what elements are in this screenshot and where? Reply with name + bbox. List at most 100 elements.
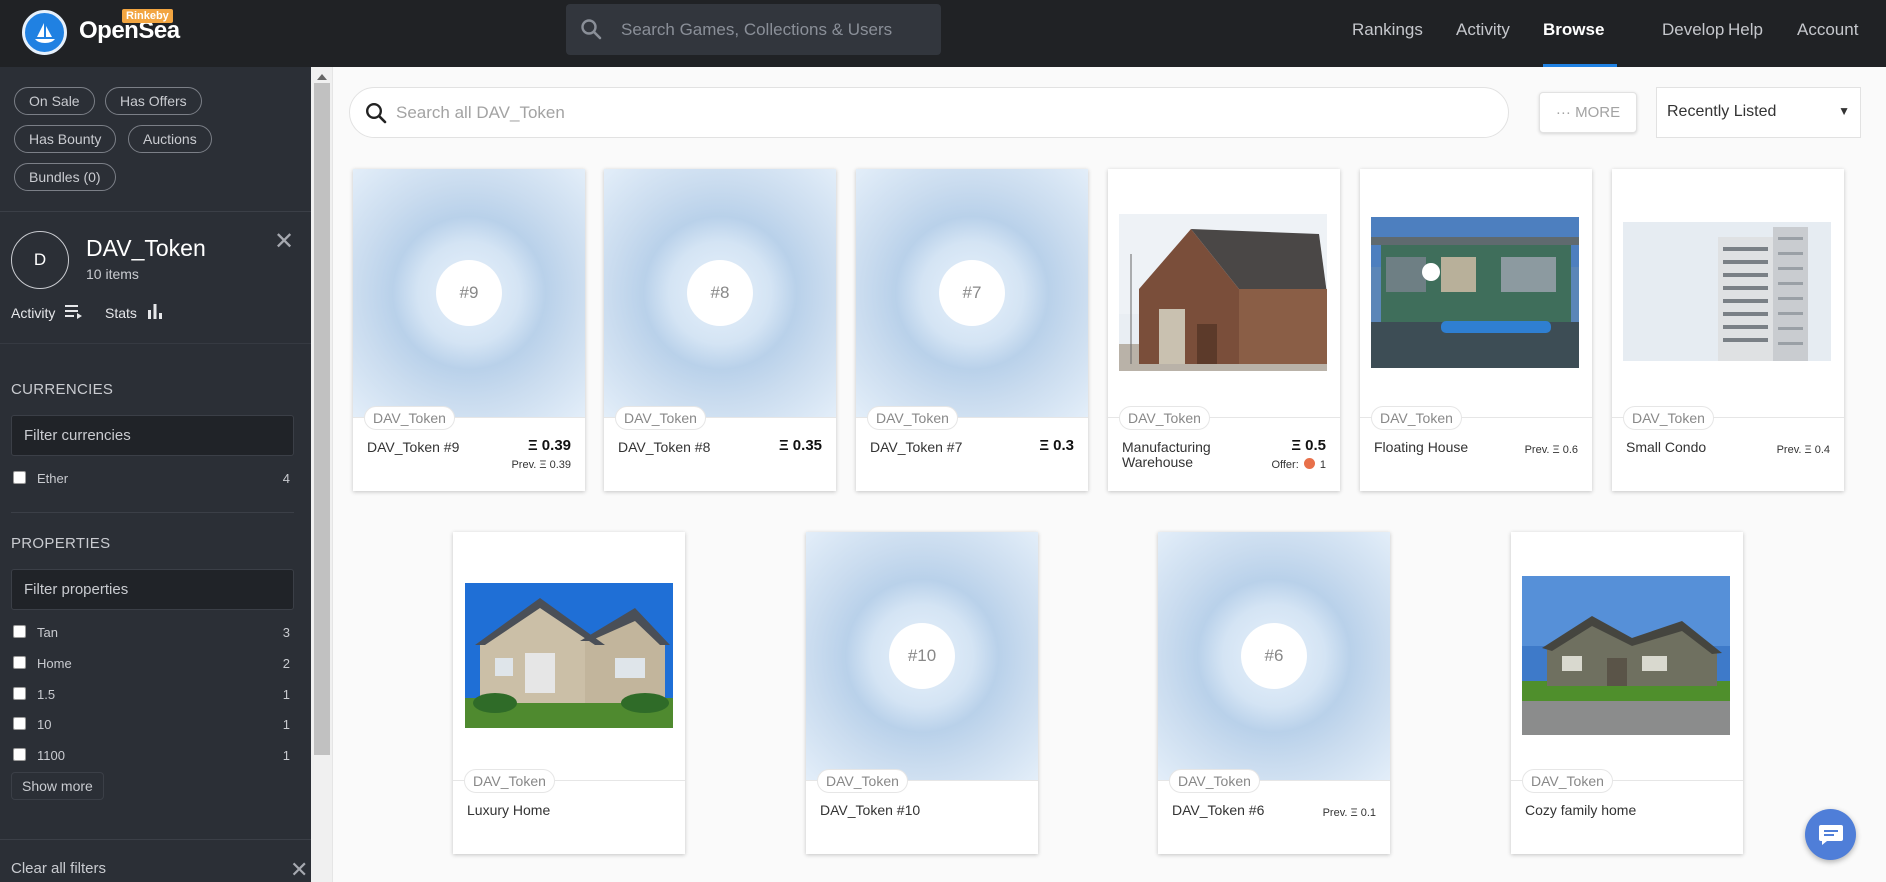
option-count: 1 [282, 748, 290, 763]
checkbox[interactable] [13, 656, 26, 669]
collection-tag[interactable]: DAV_Token [817, 769, 908, 793]
collection-tag[interactable]: DAV_Token [364, 406, 455, 430]
previous-price: Prev. Ξ 0.4 [1776, 444, 1830, 456]
property-option-10[interactable]: 10 1 [13, 715, 290, 733]
chat-support-button[interactable] [1805, 809, 1856, 860]
clear-all-filters-link[interactable]: Clear all filters [11, 860, 106, 877]
collection-tag[interactable]: DAV_Token [1522, 769, 1613, 793]
nav-help[interactable]: Help [1728, 20, 1763, 40]
collection-tag[interactable]: DAV_Token [464, 769, 555, 793]
checkbox[interactable] [13, 748, 26, 761]
global-search-placeholder: Search Games, Collections & Users [621, 20, 893, 39]
nav-develop[interactable]: Develop [1662, 20, 1724, 40]
property-option-1100[interactable]: 1100 1 [13, 746, 290, 764]
collection-tag[interactable]: DAV_Token [615, 406, 706, 430]
asset-card-small-condo[interactable]: DAV_Token Small Condo Prev. Ξ 0.4 [1612, 169, 1844, 491]
dropdown-arrow-icon: ▼ [1838, 104, 1850, 118]
asset-card-dav-token-9[interactable]: #9 DAV_Token DAV_Token #9 Ξ 0.39 Prev. Ξ… [353, 169, 585, 491]
asset-price: Ξ 0.35 [778, 437, 822, 454]
filter-has-bounty-button[interactable]: Has Bounty [14, 125, 117, 153]
asset-name: Manufacturing Warehouse [1122, 439, 1211, 470]
asset-card-luxury-home[interactable]: DAV_Token Luxury Home [453, 532, 685, 854]
asset-name: DAV_Token #7 [870, 439, 963, 455]
asset-name: Luxury Home [467, 802, 551, 818]
scroll-up-arrow-icon[interactable] [317, 74, 327, 80]
active-nav-indicator [1543, 64, 1617, 67]
chat-bubble-icon [1819, 825, 1843, 845]
collection-avatar[interactable]: D [11, 231, 69, 289]
show-more-button[interactable]: Show more [11, 772, 104, 800]
collection-activity-link[interactable]: Activity [11, 305, 82, 321]
option-count: 2 [282, 656, 290, 671]
sort-select[interactable]: Recently Listed ▼ [1656, 87, 1861, 138]
asset-card-manufacturing-warehouse[interactable]: DAV_Token Manufacturing Warehouse Ξ 0.5 … [1108, 169, 1340, 491]
filter-on-sale-button[interactable]: On Sale [14, 87, 95, 115]
search-icon [581, 19, 602, 40]
offer-value: 1 [1319, 459, 1326, 471]
token-number-badge: #7 [939, 260, 1005, 326]
checkbox[interactable] [13, 625, 26, 638]
asset-name: DAV_Token #9 [367, 439, 460, 455]
asset-name: Cozy family home [1525, 802, 1637, 818]
option-count: 3 [282, 625, 290, 640]
collection-stats-link[interactable]: Stats [105, 304, 162, 321]
option-label: Ether [37, 471, 69, 486]
global-search-input[interactable]: Search Games, Collections & Users [566, 4, 941, 55]
asset-price: Ξ 0.3 [1039, 437, 1074, 454]
asset-card-dav-token-10[interactable]: #10 DAV_Token DAV_Token #10 [806, 532, 1038, 854]
checkbox[interactable] [13, 717, 26, 730]
nav-activity[interactable]: Activity [1456, 20, 1510, 40]
sidebar-scrollbar[interactable] [311, 67, 333, 882]
close-icon[interactable]: ✕ [274, 230, 294, 254]
filter-has-offers-button[interactable]: Has Offers [105, 87, 202, 115]
offer-info: Offer: 1 [1271, 458, 1326, 471]
opensea-logo-icon[interactable] [22, 10, 67, 55]
filter-currencies-input[interactable]: Filter currencies [11, 415, 294, 456]
option-label: 1100 [37, 748, 65, 763]
collection-tag[interactable]: DAV_Token [1623, 406, 1714, 430]
property-option-tan[interactable]: Tan 3 [13, 623, 290, 641]
asset-image [1360, 169, 1592, 417]
asset-card-dav-token-7[interactable]: #7 DAV_Token DAV_Token #7 Ξ 0.3 [856, 169, 1088, 491]
asset-card-dav-token-8[interactable]: #8 DAV_Token DAV_Token #8 Ξ 0.35 [604, 169, 836, 491]
nav-rankings[interactable]: Rankings [1352, 20, 1423, 40]
sidebar-divider [11, 512, 294, 513]
bar-chart-icon [148, 304, 162, 319]
previous-price: Prev. Ξ 0.39 [511, 459, 571, 471]
scrollbar-thumb[interactable] [314, 83, 330, 755]
collection-tag[interactable]: DAV_Token [1371, 406, 1462, 430]
asset-card-floating-house[interactable]: DAV_Token Floating House Prev. Ξ 0.6 [1360, 169, 1592, 491]
nav-browse[interactable]: Browse [1543, 20, 1604, 40]
collection-search-input[interactable]: Search all DAV_Token [349, 87, 1509, 138]
asset-name: DAV_Token #10 [820, 802, 921, 818]
properties-section-title: PROPERTIES [11, 535, 111, 552]
sidebar-divider [0, 839, 311, 840]
asset-price: Ξ 0.39 [527, 437, 571, 454]
asset-name: DAV_Token #6 [1172, 802, 1265, 818]
top-navigation-bar: OpenSea Rinkeby Search Games, Collection… [0, 0, 1886, 67]
property-option-1-5[interactable]: 1.5 1 [13, 685, 290, 703]
option-label: Home [37, 656, 72, 671]
asset-card-cozy-family-home[interactable]: DAV_Token Cozy family home [1511, 532, 1743, 854]
nav-account[interactable]: Account [1797, 20, 1858, 40]
asset-price: Ξ 0.5 [1291, 437, 1326, 454]
checkbox[interactable] [13, 687, 26, 700]
collection-tag[interactable]: DAV_Token [867, 406, 958, 430]
asset-image [1108, 169, 1340, 417]
property-option-home[interactable]: Home 2 [13, 654, 290, 672]
collection-name[interactable]: DAV_Token [86, 235, 206, 262]
offer-label: Offer: [1271, 459, 1299, 471]
checkbox[interactable] [13, 471, 26, 484]
more-button[interactable]: ··· MORE [1539, 92, 1637, 133]
filter-bundles-button[interactable]: Bundles (0) [14, 163, 116, 191]
previous-price: Prev. Ξ 0.6 [1524, 444, 1578, 456]
sort-selected-value: Recently Listed [1667, 103, 1777, 120]
collection-tag[interactable]: DAV_Token [1119, 406, 1210, 430]
close-icon[interactable]: ✕ [290, 858, 308, 882]
asset-card-dav-token-6[interactable]: #6 DAV_Token DAV_Token #6 Prev. Ξ 0.1 [1158, 532, 1390, 854]
filter-auctions-button[interactable]: Auctions [128, 125, 212, 153]
collection-tag[interactable]: DAV_Token [1169, 769, 1260, 793]
filter-properties-input[interactable]: Filter properties [11, 569, 294, 610]
currency-option-ether[interactable]: Ether 4 [13, 469, 290, 487]
previous-price: Prev. Ξ 0.1 [1322, 807, 1376, 819]
